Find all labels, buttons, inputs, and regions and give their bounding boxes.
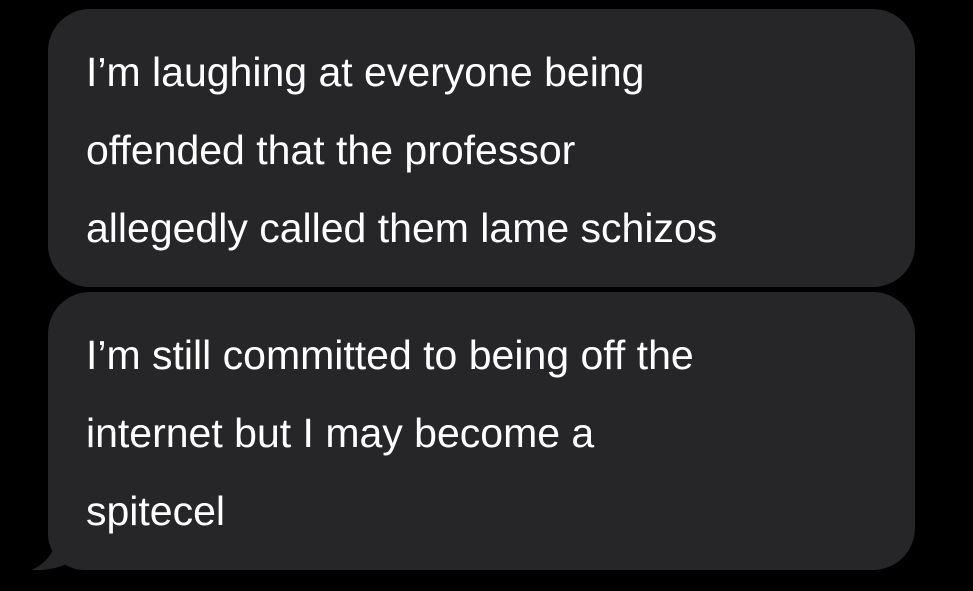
message-line: allegedly called them lame schizos bbox=[86, 205, 718, 251]
message-line: I’m still committed to being off the bbox=[86, 332, 694, 378]
message-thread: I’m laughing at everyone being offended … bbox=[0, 0, 973, 591]
received-message-bubble[interactable]: I’m still committed to being off the int… bbox=[48, 292, 915, 570]
bubble-tail-icon bbox=[32, 530, 78, 571]
message-line: spitecel bbox=[86, 488, 226, 534]
received-message-bubble[interactable]: I’m laughing at everyone being offended … bbox=[48, 9, 915, 287]
message-line: offended that the professor bbox=[86, 127, 576, 173]
message-line: internet but I may become a bbox=[86, 410, 595, 456]
message-line: I’m laughing at everyone being bbox=[86, 49, 645, 95]
